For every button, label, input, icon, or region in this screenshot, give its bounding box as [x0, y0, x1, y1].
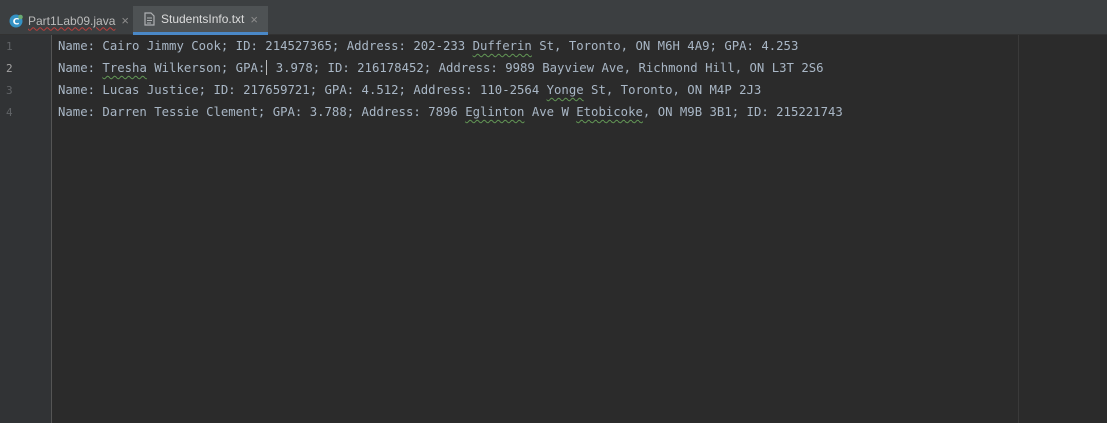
- editor-line[interactable]: Name: Darren Tessie Clement; GPA: 3.788;…: [58, 101, 843, 123]
- spellcheck-word: Tresha: [102, 61, 147, 75]
- close-icon[interactable]: ×: [121, 14, 129, 27]
- text-segment: St, Toronto, ON M6H 4A9; GPA: 4.253: [531, 39, 799, 53]
- tab-part1lab09-java[interactable]: C Part1Lab09.java ×: [0, 6, 133, 35]
- close-icon[interactable]: ×: [250, 13, 258, 26]
- text-segment: , ON M9B 3B1; ID: 215221743: [642, 105, 843, 119]
- editor-line[interactable]: Name: Cairo Jimmy Cook; ID: 214527365; A…: [58, 35, 798, 57]
- tab-label: Part1Lab09.java: [28, 13, 116, 28]
- line-number-current: 2: [6, 62, 13, 75]
- text-editor[interactable]: Name: Cairo Jimmy Cook; ID: 214527365; A…: [52, 35, 1107, 423]
- editor-line[interactable]: Name: Lucas Justice; ID: 217659721; GPA:…: [58, 79, 761, 101]
- svg-text:C: C: [13, 17, 20, 27]
- text-segment: Name: Darren Tessie Clement; GPA: 3.788;…: [58, 105, 466, 119]
- text-segment: Name:: [58, 61, 103, 75]
- line-number: 1: [6, 40, 13, 53]
- editor-tab-bar: C Part1Lab09.java × StudentsInfo.txt ×: [0, 0, 1107, 35]
- text-segment: Name: Lucas Justice; ID: 217659721; GPA:…: [58, 83, 547, 97]
- text-segment: Ave W: [524, 105, 577, 119]
- line-number: 4: [6, 106, 13, 119]
- spellcheck-word: Dufferin: [472, 39, 532, 53]
- spellcheck-word: Yonge: [546, 83, 584, 97]
- line-number-gutter[interactable]: 1 2 3 4: [0, 35, 52, 423]
- line-number: 3: [6, 84, 13, 97]
- spellcheck-word: Eglinton: [465, 105, 525, 119]
- tab-label: StudentsInfo.txt: [161, 12, 245, 26]
- spellcheck-word: Etobicoke: [576, 105, 643, 119]
- text-segment: 3.978; ID: 216178452; Address: 9989 Bayv…: [268, 61, 824, 75]
- text-segment: Name: Cairo Jimmy Cook; ID: 214527365; A…: [58, 39, 473, 53]
- text-segment: St, Toronto, ON M4P 2J3: [583, 83, 762, 97]
- ide-window: C Part1Lab09.java × StudentsInfo.txt × 1…: [0, 0, 1107, 423]
- text-file-icon: [142, 12, 156, 26]
- tab-studentsinfo-txt[interactable]: StudentsInfo.txt ×: [133, 6, 268, 35]
- java-class-icon: C: [9, 14, 23, 28]
- editor-line-current[interactable]: Name: Tresha Wilkerson; GPA: 3.978; ID: …: [58, 57, 824, 79]
- text-segment: Wilkerson; GPA:: [146, 61, 266, 75]
